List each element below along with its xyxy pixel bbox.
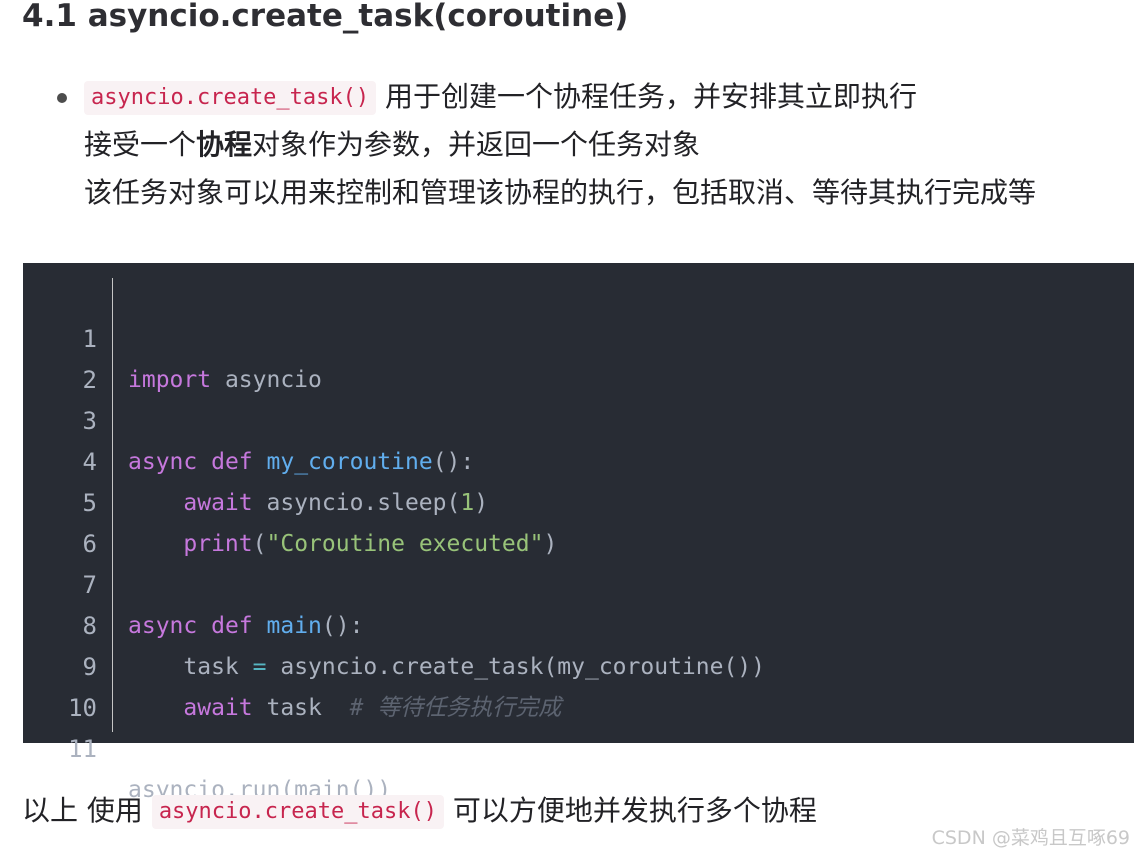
code-line-8: 8 task = asyncio.create_task(my_coroutin… xyxy=(23,565,765,680)
gutter-divider xyxy=(112,278,113,732)
code-line-11: 11 asyncio.run(main()) xyxy=(23,688,391,803)
line-number: 11 xyxy=(68,735,97,763)
code-line-6: 6 xyxy=(23,483,97,558)
code-line-4: 4 await asyncio.sleep(1) xyxy=(23,401,489,516)
code-line-2: 2 xyxy=(23,319,97,394)
inline-code-create-task: asyncio.create_task() xyxy=(84,81,377,115)
code-line-5: 5 print("Coroutine executed") xyxy=(23,442,558,557)
section-heading: 4.1 asyncio.create_task(coroutine) xyxy=(22,0,629,34)
code-line-1: 1 import asyncio xyxy=(23,278,322,393)
bullet-line-2: 接受一个协程对象作为参数，并返回一个任务对象 xyxy=(84,125,700,165)
code-line-9: 9 await task # 等待任务执行完成 xyxy=(23,606,562,721)
code-block[interactable]: 1 import asyncio 2 3 async def my_corout… xyxy=(23,263,1134,803)
watermark: CSDN @菜鸡且互啄69 xyxy=(931,827,1130,849)
code-comment: # 等待任务执行完成 xyxy=(349,695,562,721)
code-text: print("Coroutine executed") xyxy=(183,531,558,557)
bullet-line-3: 该任务对象可以用来控制和管理该协程的执行，包括取消、等待其执行完成等 xyxy=(84,176,1037,209)
code-line-7: 7 async def main(): xyxy=(23,524,364,639)
summary-pre: 以上 使用 xyxy=(22,794,152,827)
code-text: task = asyncio.create_task(my_coroutine(… xyxy=(183,654,765,680)
code-text: await task # 等待任务执行完成 xyxy=(183,695,562,721)
code-text: await asyncio.sleep(1) xyxy=(183,490,489,516)
code-text: import asyncio xyxy=(128,367,322,393)
bullet-dot xyxy=(57,93,67,103)
bullet-line-2-pre: 接受一个 xyxy=(84,128,197,161)
bullet-line-2-post: 对象作为参数，并返回一个任务对象 xyxy=(252,128,701,161)
code-line-10: 10 xyxy=(23,647,97,722)
summary-post: 可以方便地并发执行多个协程 xyxy=(443,794,817,827)
code-text: async def main(): xyxy=(128,613,364,639)
inline-code-create-task-2: asyncio.create_task() xyxy=(151,795,444,829)
code-line-3: 3 async def my_coroutine(): xyxy=(23,360,475,475)
bullet-line-1: asyncio.create_task() 用于创建一个协程任务，并安排其立即执… xyxy=(84,77,917,117)
code-text: async def my_coroutine(): xyxy=(128,449,475,475)
summary-paragraph: 以上 使用 asyncio.create_task() 可以方便地并发执行多个协… xyxy=(22,791,817,831)
bullet-line-2-bold: 协程 xyxy=(196,128,253,161)
bullet-line-1-text: 用于创建一个协程任务，并安排其立即执行 xyxy=(376,80,918,113)
